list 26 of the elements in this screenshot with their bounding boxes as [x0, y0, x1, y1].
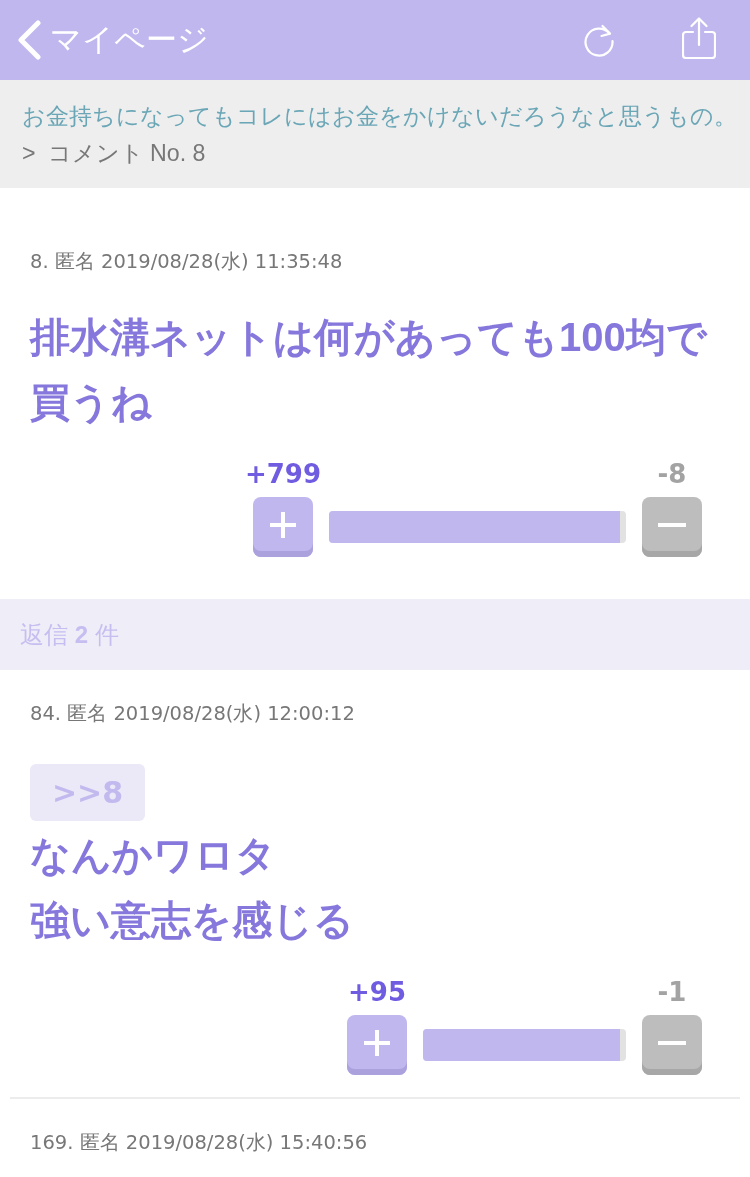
plus-vote-button[interactable]	[253, 497, 313, 557]
plus-vote-count: +95	[348, 977, 406, 1007]
minus-vote-count: -1	[657, 977, 687, 1007]
breadcrumb-separator: >	[22, 139, 36, 168]
minus-icon	[658, 522, 686, 527]
plus-vote-button[interactable]	[347, 1015, 407, 1075]
back-button[interactable]: マイページ	[16, 18, 209, 62]
thread-title-link[interactable]: お金持ちになってもコレにはお金をかけないだろうなと思うもの。	[22, 98, 737, 135]
share-icon	[682, 17, 716, 59]
reply-text: なんかワロタ	[30, 832, 276, 879]
refresh-icon	[582, 24, 616, 58]
refresh-button[interactable]	[582, 22, 616, 58]
minus-icon	[658, 1040, 686, 1045]
plus-vote-count: +799	[244, 459, 322, 489]
chevron-left-icon	[16, 20, 42, 60]
minus-vote-button[interactable]	[642, 1015, 702, 1075]
plus-icon	[363, 1028, 391, 1057]
reply-meta: 169. 匿名 2019/08/28(水) 15:40:56	[30, 1131, 368, 1155]
breadcrumb-current: コメント No. 8	[47, 139, 206, 168]
plus-icon	[269, 510, 297, 539]
comment-meta: 8. 匿名 2019/08/28(水) 11:35:48	[30, 250, 343, 274]
reply-text: 強い意志を感じる	[30, 897, 354, 944]
minus-vote-button[interactable]	[642, 497, 702, 557]
reply-meta: 84. 匿名 2019/08/28(水) 12:00:12	[30, 702, 355, 726]
minus-vote-count: -8	[657, 459, 687, 489]
comment-text: 排水溝ネットは何があっても100均で買うね	[30, 314, 709, 426]
